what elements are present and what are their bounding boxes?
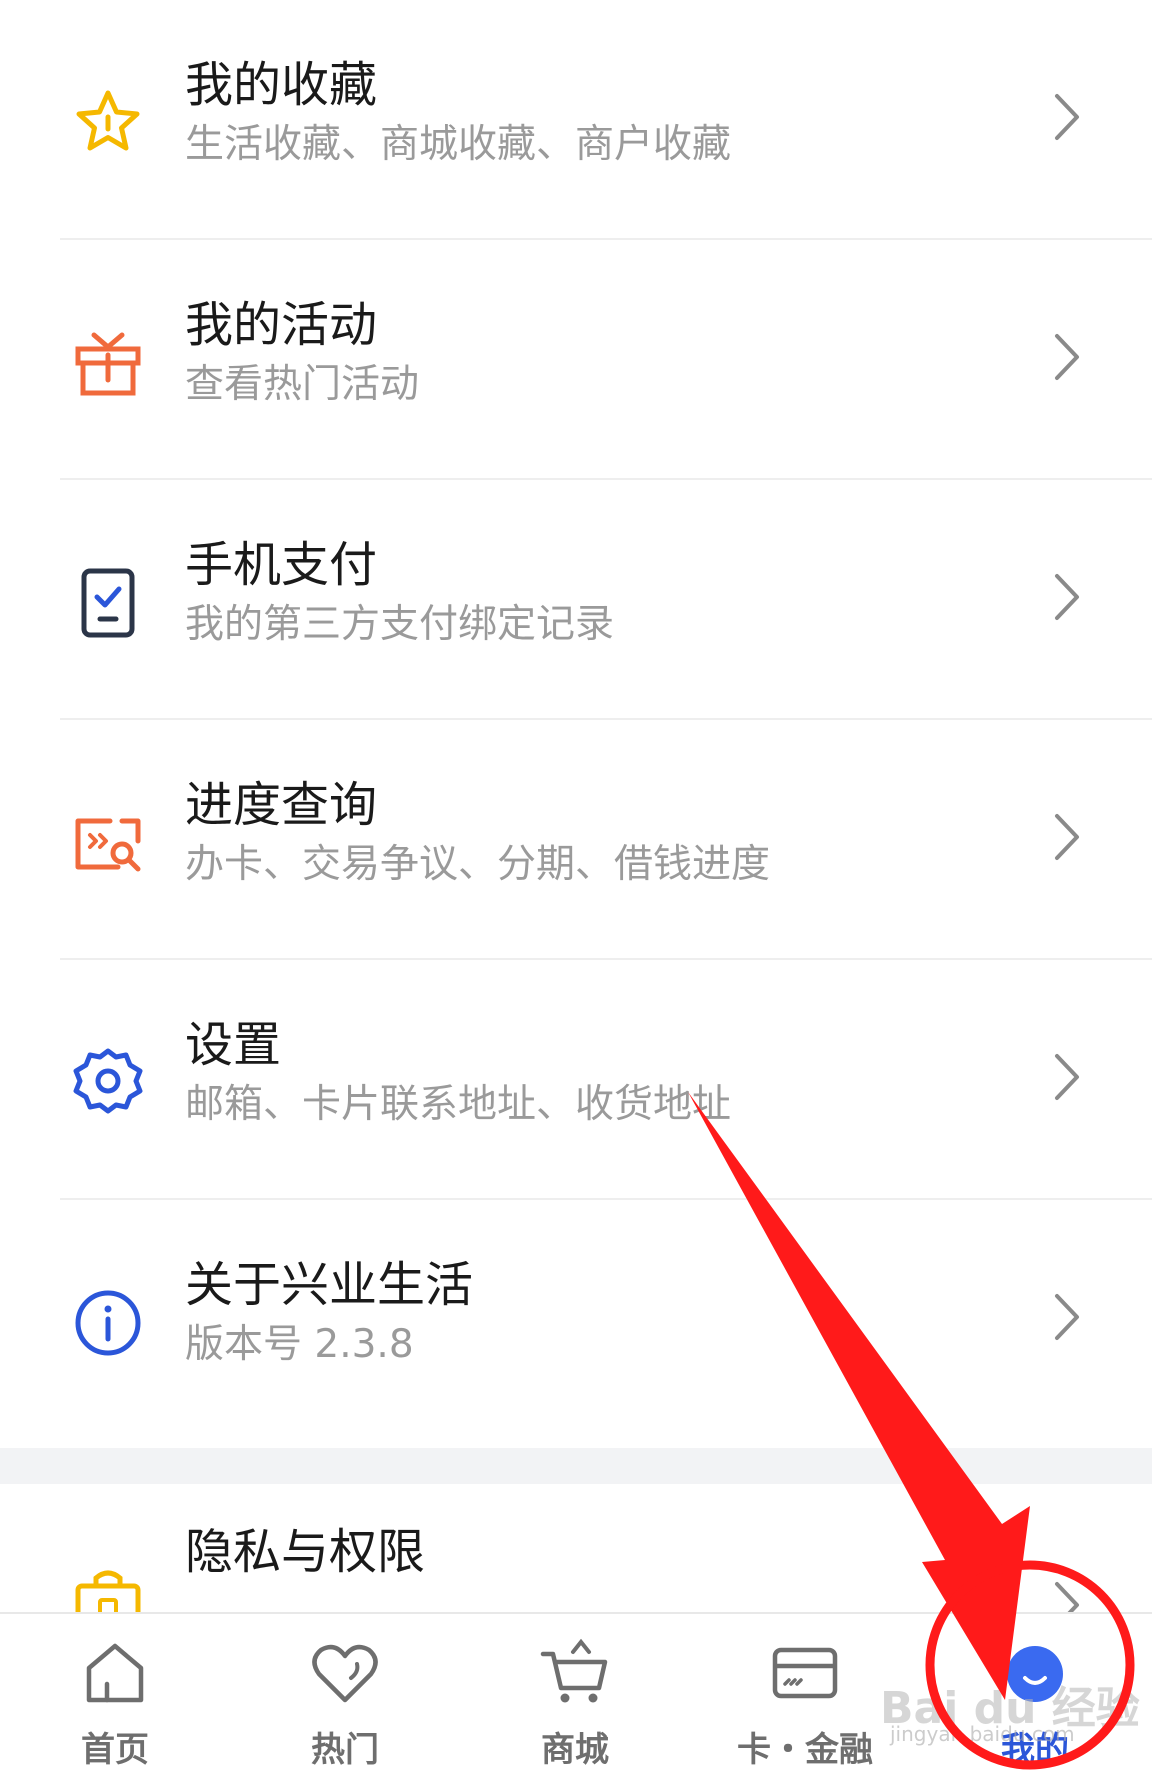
- cart-icon: [537, 1638, 613, 1708]
- menu-item-subtitle: 邮箱、卡片联系地址、收货地址: [185, 1082, 732, 1127]
- card-icon: [767, 1638, 843, 1708]
- chevron-right-icon: [1047, 808, 1087, 866]
- chevron-right-icon: [1047, 1048, 1087, 1106]
- star-icon: [70, 85, 146, 161]
- tab-label: 热门: [311, 1730, 379, 1770]
- info-icon: [70, 1285, 146, 1361]
- menu-item-subtitle: 我的第三方支付绑定记录: [185, 602, 615, 647]
- heart-icon: [307, 1638, 383, 1708]
- chevron-right-icon: [1047, 1288, 1087, 1346]
- watermark-url: jingyan.baidu.com: [890, 1722, 1075, 1746]
- chevron-right-icon: [1047, 328, 1087, 386]
- menu-item-title: 手机支付: [185, 537, 378, 593]
- menu-item-mobile-pay[interactable]: 手机支付 我的第三方支付绑定记录: [0, 480, 1152, 720]
- menu-item-title: 我的活动: [185, 297, 378, 353]
- tab-mall[interactable]: 商城: [460, 1614, 690, 1773]
- chevron-right-icon: [1047, 88, 1087, 146]
- menu-item-title: 关于兴业生活: [185, 1257, 474, 1313]
- tab-label: 商城: [541, 1730, 609, 1770]
- menu-item-about[interactable]: 关于兴业生活 版本号 2.3.8: [0, 1200, 1152, 1440]
- chevron-right-icon: [1047, 568, 1087, 626]
- menu-item-subtitle: 办卡、交易争议、分期、借钱进度: [185, 842, 771, 887]
- menu-item-subtitle: 查看热门活动: [185, 362, 420, 407]
- menu-item-title: 进度查询: [185, 777, 378, 833]
- menu-item-title: 设置: [185, 1017, 282, 1073]
- menu-item-favorites[interactable]: 我的收藏 生活收藏、商城收藏、商户收藏: [0, 0, 1152, 240]
- menu-item-subtitle: 版本号 2.3.8: [185, 1322, 414, 1367]
- phone-pay-icon: [70, 565, 146, 641]
- gift-icon: [70, 325, 146, 401]
- tab-home[interactable]: 首页: [0, 1614, 230, 1773]
- tab-label: 首页: [81, 1730, 149, 1770]
- menu-item-progress-query[interactable]: 进度查询 办卡、交易争议、分期、借钱进度: [0, 720, 1152, 960]
- gear-icon: [70, 1045, 146, 1121]
- menu-item-title: 我的收藏: [185, 57, 378, 113]
- tab-hot[interactable]: 热门: [230, 1614, 460, 1773]
- menu-item-activities[interactable]: 我的活动 查看热门活动: [0, 240, 1152, 480]
- menu-item-title: 隐私与权限: [185, 1524, 426, 1580]
- home-icon: [77, 1638, 153, 1708]
- menu-item-settings[interactable]: 设置 邮箱、卡片联系地址、收货地址: [0, 960, 1152, 1200]
- progress-search-icon: [70, 805, 146, 881]
- section-gap: [0, 1448, 1152, 1484]
- menu-item-subtitle: 生活收藏、商城收藏、商户收藏: [185, 122, 732, 167]
